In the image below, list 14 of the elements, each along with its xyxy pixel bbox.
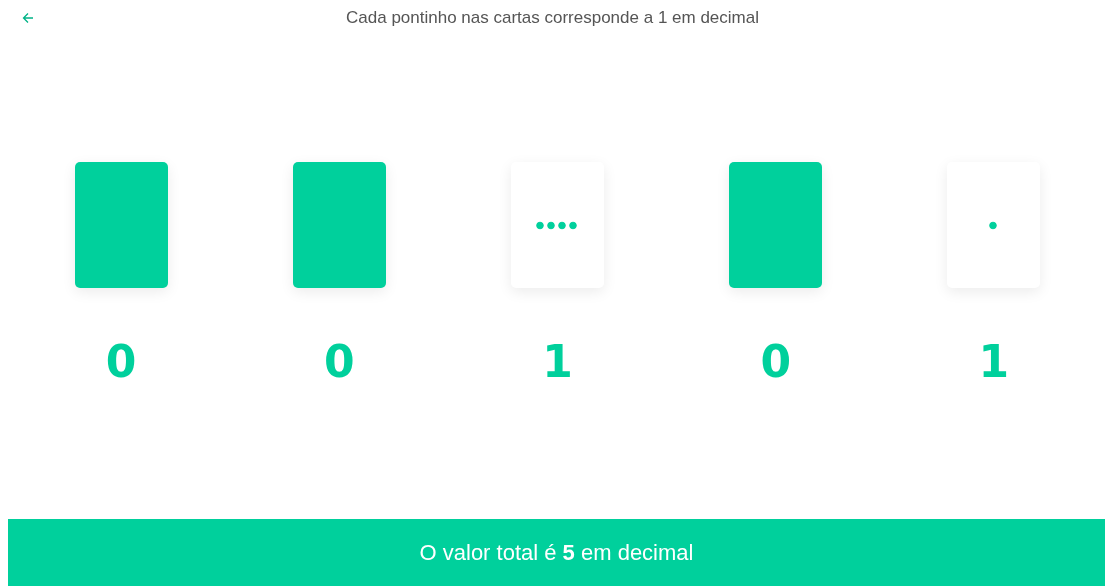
binary-digit: 0 xyxy=(105,340,137,384)
total-text: O valor total é 5 em decimal xyxy=(419,539,694,567)
header-title: Cada pontinho nas cartas corresponde a 1 em decimal xyxy=(346,7,759,30)
binary-digit: 0 xyxy=(323,340,355,384)
back-arrow-icon xyxy=(22,12,34,24)
back-button[interactable] xyxy=(20,10,36,26)
card-back[interactable] xyxy=(74,162,168,288)
card-back[interactable] xyxy=(729,162,823,288)
binary-digit: 1 xyxy=(542,340,573,384)
card-face[interactable] xyxy=(947,162,1041,288)
binary-digit: 0 xyxy=(760,340,791,384)
card-back[interactable] xyxy=(292,162,386,288)
card-face[interactable] xyxy=(511,162,604,288)
binary-digit: 1 xyxy=(978,340,1010,384)
